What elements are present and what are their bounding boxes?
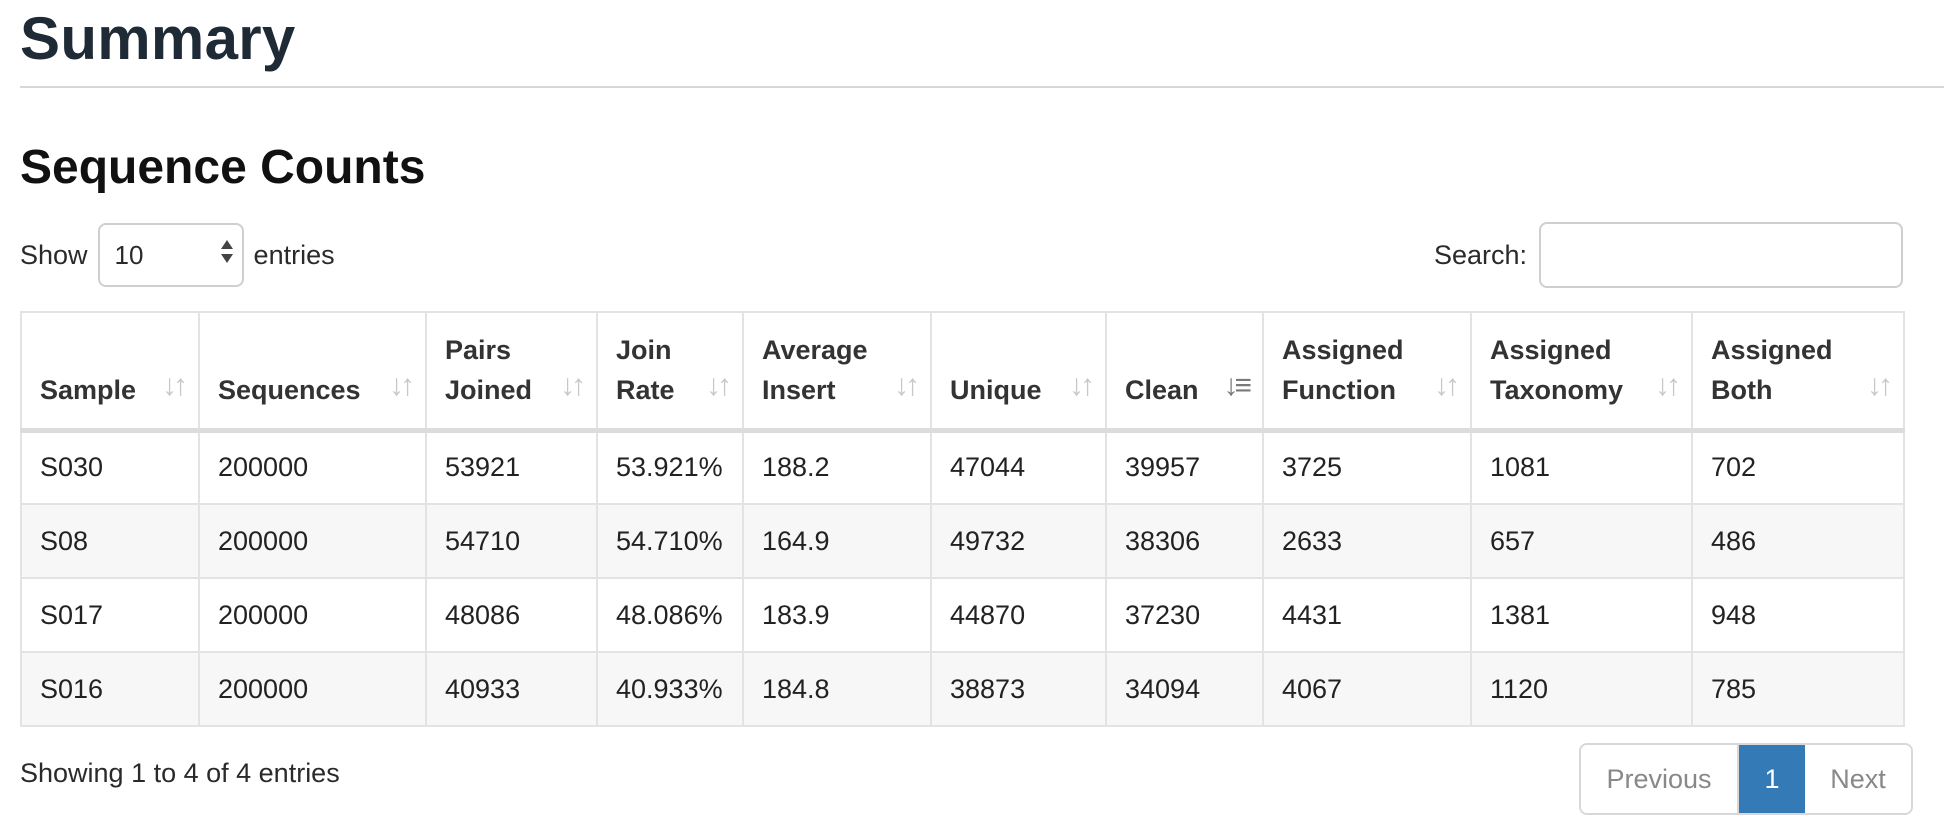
- entries-per-page-value: 10: [114, 239, 144, 270]
- page: Summary Sequence Counts Show 10 entries …: [0, 0, 1956, 838]
- table-cell: 39957: [1105, 429, 1264, 505]
- column-header[interactable]: Sequences ↓↑: [198, 311, 427, 433]
- table-cell: 200000: [198, 577, 427, 653]
- table-cell: 657: [1470, 503, 1693, 579]
- table-cell: 40933: [425, 651, 598, 727]
- search-control: Search:: [1434, 221, 1903, 289]
- entries-per-page-select[interactable]: 10: [97, 223, 244, 287]
- column-header[interactable]: Unique ↓↑: [930, 311, 1107, 433]
- entries-label: entries: [253, 239, 335, 270]
- table-cell: 200000: [198, 503, 427, 579]
- table-body: S030 200000 53921 53.921% 188.2 47044 39957 372…: [20, 429, 1905, 727]
- table-cell: 48.086%: [596, 577, 744, 653]
- table-cell: 164.9: [742, 503, 932, 579]
- table-row: S017 200000 48086 48.086% 183.9 44870 37230 443…: [20, 577, 1905, 653]
- sort-arrows-icon: ↓↑: [389, 368, 415, 402]
- select-arrows-icon: [220, 240, 234, 263]
- sort-arrows-icon: ↓↑: [1655, 368, 1681, 402]
- column-header[interactable]: Sample ↓↑: [20, 311, 200, 433]
- table-cell: 40.933%: [596, 651, 744, 727]
- page-1-button[interactable]: 1: [1739, 745, 1805, 813]
- table-cell: 44870: [930, 577, 1107, 653]
- table-cell: 200000: [198, 429, 427, 505]
- column-header[interactable]: Assigned Both ↓↑: [1691, 311, 1905, 433]
- table-cell: 49732: [930, 503, 1107, 579]
- sort-arrows-icon: ↓↑: [162, 368, 188, 402]
- table-cell: 4067: [1262, 651, 1472, 727]
- table-cell: 1381: [1470, 577, 1693, 653]
- column-header-label: Sequences: [218, 374, 361, 405]
- column-header-label: Assigned Function: [1282, 334, 1404, 405]
- table-header-row: Sample ↓↑ Sequences ↓↑ Pairs Joined ↓↑ Join Ra…: [20, 311, 1905, 433]
- table-cell: S016: [20, 651, 200, 727]
- search-label: Search:: [1433, 239, 1527, 270]
- sort-arrows-icon: ↓↑: [1867, 368, 1893, 402]
- pagination: Previous 1 Next: [1579, 743, 1913, 815]
- table-cell: 38306: [1105, 503, 1264, 579]
- table-cell: 184.8: [742, 651, 932, 727]
- table-cell: 785: [1691, 651, 1905, 727]
- sort-arrows-icon: ↓↑: [706, 368, 732, 402]
- table-cell: 1081: [1470, 429, 1693, 505]
- show-label: Show: [20, 239, 88, 270]
- table-row: S08 200000 54710 54.710% 164.9 49732 38306 2633…: [20, 503, 1905, 579]
- table-cell: S030: [20, 429, 200, 505]
- page-title: Summary: [20, 5, 296, 72]
- column-header-label: Pairs Joined: [445, 334, 533, 405]
- column-header[interactable]: Assigned Function ↓↑: [1262, 311, 1472, 433]
- table-cell: S08: [20, 503, 200, 579]
- table-cell: 4431: [1262, 577, 1472, 653]
- column-header-label: Sample: [40, 374, 137, 405]
- table-cell: 188.2: [742, 429, 932, 505]
- column-header[interactable]: Pairs Joined ↓↑: [425, 311, 598, 433]
- table-cell: 2633: [1262, 503, 1472, 579]
- table-cell: 53921: [425, 429, 598, 505]
- table-cell: 486: [1691, 503, 1905, 579]
- table-cell: 48086: [425, 577, 598, 653]
- next-page-button[interactable]: Next: [1805, 745, 1911, 813]
- table-cell: 1120: [1470, 651, 1693, 727]
- table-cell: S017: [20, 577, 200, 653]
- table-cell: 702: [1691, 429, 1905, 505]
- column-header[interactable]: Clean ↓≡: [1105, 311, 1264, 433]
- table-cell: 47044: [930, 429, 1107, 505]
- search-input[interactable]: [1539, 222, 1903, 288]
- column-header[interactable]: Assigned Taxonomy ↓↑: [1470, 311, 1693, 433]
- column-header[interactable]: Join Rate ↓↑: [596, 311, 744, 433]
- sort-arrows-icon: ↓↑: [894, 368, 920, 402]
- table-cell: 54710: [425, 503, 598, 579]
- table-cell: 183.9: [742, 577, 932, 653]
- table-row: S030 200000 53921 53.921% 188.2 47044 39957 372…: [20, 429, 1905, 505]
- sort-arrows-icon: ↓↑: [1434, 368, 1460, 402]
- column-header[interactable]: Average Insert ↓↑: [742, 311, 932, 433]
- table-cell: 54.710%: [596, 503, 744, 579]
- sort-arrows-icon: ↓↑: [560, 368, 586, 402]
- table-cell: 38873: [930, 651, 1107, 727]
- column-header-label: Assigned Both: [1711, 334, 1833, 405]
- table-cell: 53.921%: [596, 429, 744, 505]
- table-cell: 34094: [1105, 651, 1264, 727]
- table-cell: 37230: [1105, 577, 1264, 653]
- sequence-counts-table: Sample ↓↑ Sequences ↓↑ Pairs Joined ↓↑ Join Ra…: [20, 311, 1905, 727]
- column-header-label: Average Insert: [762, 334, 868, 405]
- table-row: S016 200000 40933 40.933% 184.8 38873 34094 406…: [20, 651, 1905, 727]
- title-divider: [20, 86, 1944, 88]
- sort-arrows-icon: ↓↑: [1069, 368, 1095, 402]
- column-header-label: Assigned Taxonomy: [1490, 334, 1624, 405]
- table-info: Showing 1 to 4 of 4 entries: [20, 758, 340, 788]
- table-cell: 948: [1691, 577, 1905, 653]
- previous-page-button[interactable]: Previous: [1581, 745, 1739, 813]
- sort-desc-icon: ↓≡: [1223, 368, 1251, 402]
- table-cell: 3725: [1262, 429, 1472, 505]
- entries-length-control: Show 10 entries: [20, 221, 335, 289]
- table-cell: 200000: [198, 651, 427, 727]
- section-title: Sequence Counts: [20, 141, 426, 194]
- column-header-label: Unique: [950, 374, 1042, 405]
